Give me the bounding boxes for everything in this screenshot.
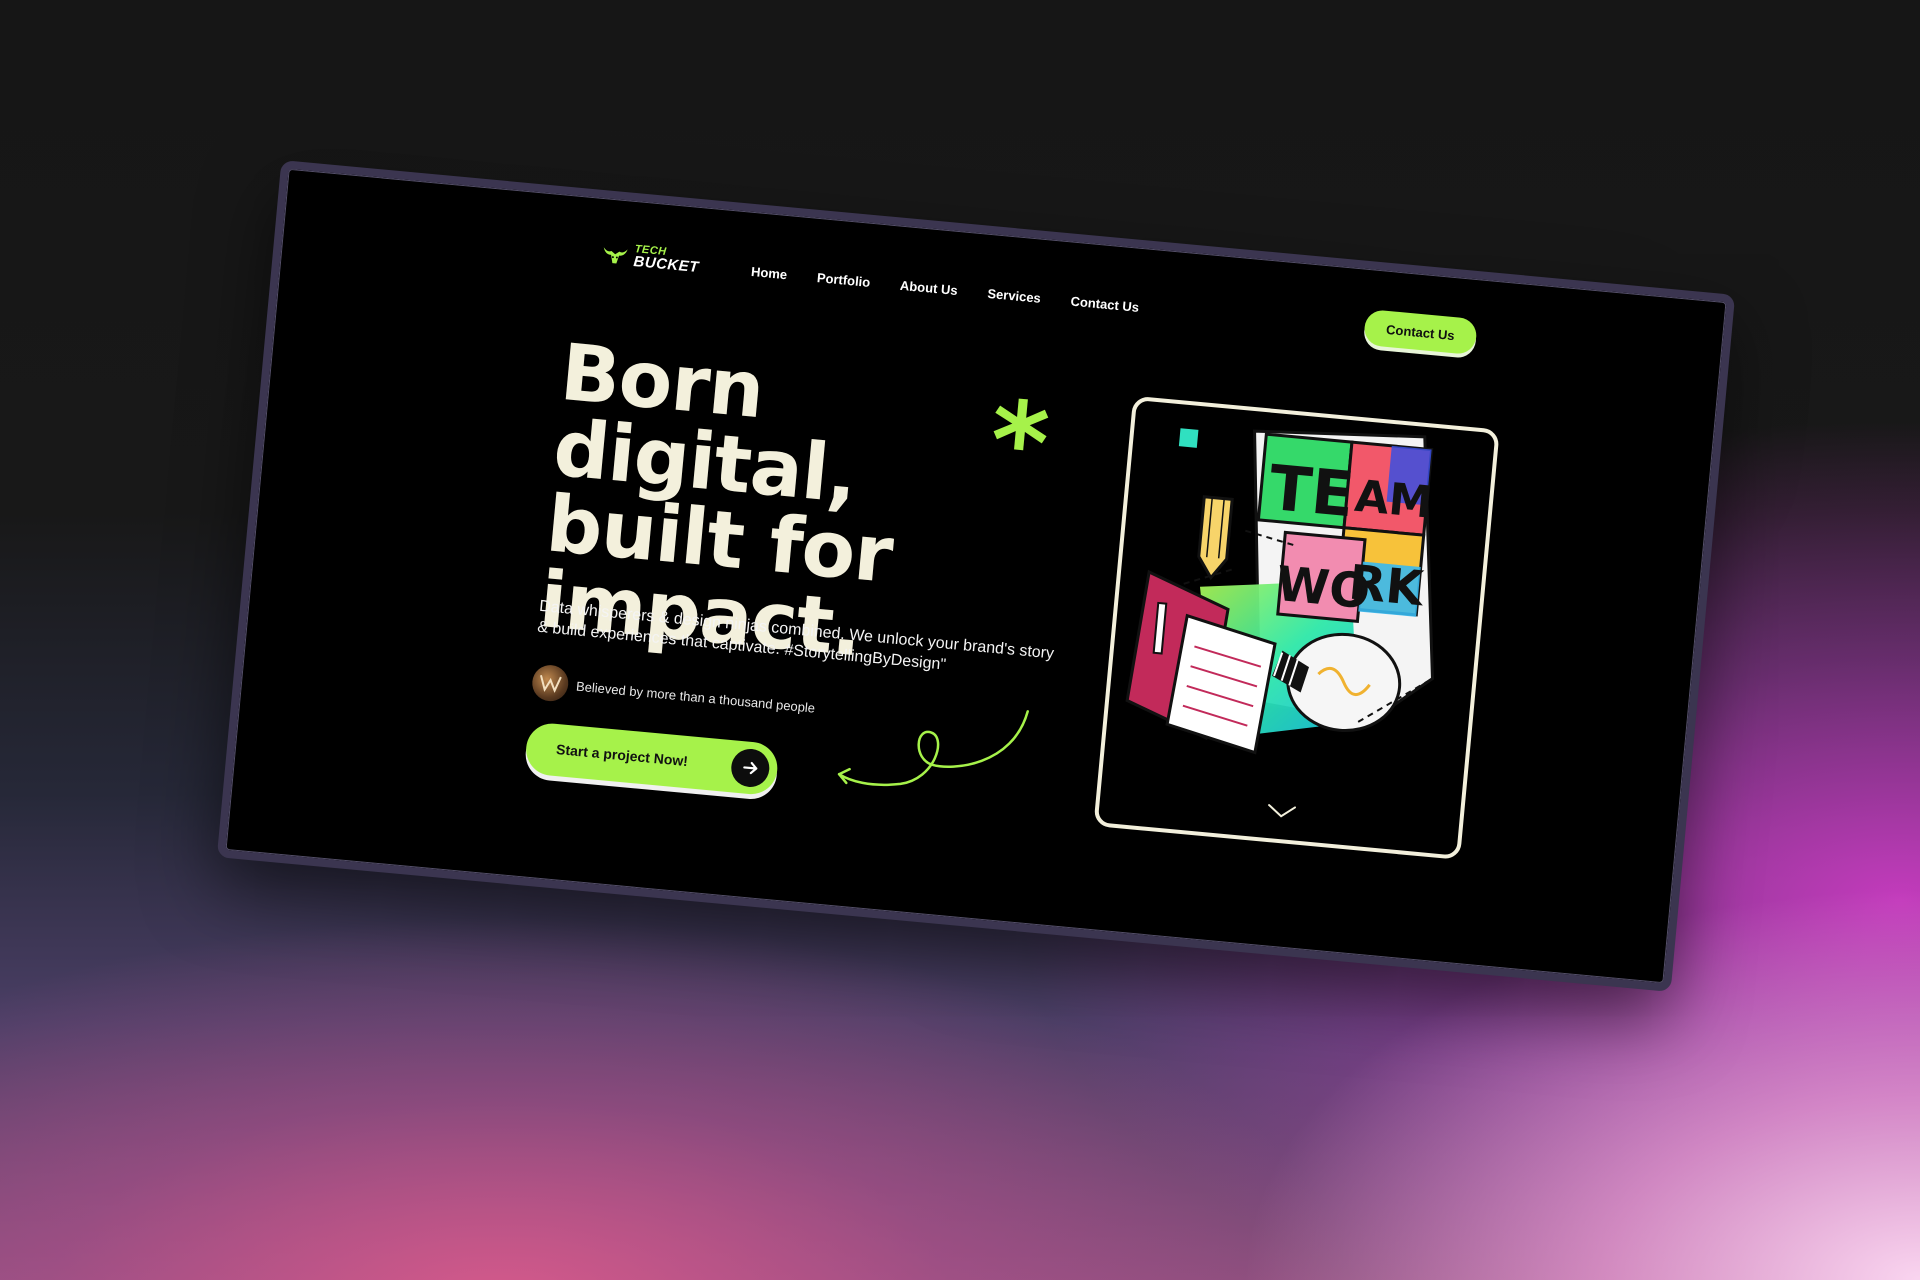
monitor-frame: TECH BUCKET Home Portfolio About Us Serv… [216, 160, 1736, 992]
nav-about-us[interactable]: About Us [899, 278, 958, 298]
nav-services[interactable]: Services [987, 286, 1042, 306]
website-screen: TECH BUCKET Home Portfolio About Us Serv… [216, 160, 1736, 992]
start-project-button[interactable]: Start a project Now! [523, 721, 780, 797]
nav-home[interactable]: Home [750, 264, 787, 282]
word-te: TE [1266, 451, 1357, 532]
pencil-icon [1197, 495, 1234, 581]
logo-text: TECH BUCKET [633, 243, 700, 276]
teamwork-artwork: TE AM WO RK [1125, 428, 1435, 755]
bull-logo-icon [603, 246, 628, 264]
chevron-down-icon[interactable] [1265, 802, 1298, 821]
curly-arrow-icon [837, 710, 1029, 787]
main-nav: Home Portfolio About Us Services Contact… [750, 264, 1139, 315]
logo[interactable]: TECH BUCKET [601, 242, 700, 276]
square-shape [1178, 428, 1199, 448]
asterisk-icon: * [984, 376, 1054, 509]
arrow-right-icon [729, 747, 771, 789]
social-proof: Believed by more than a thousand people [530, 663, 817, 726]
word-am: AM [1353, 471, 1435, 529]
avatar [530, 663, 570, 703]
nav-contact-us[interactable]: Contact Us [1070, 294, 1140, 315]
social-proof-text: Believed by more than a thousand people [575, 678, 816, 716]
contact-us-button[interactable]: Contact Us [1363, 308, 1478, 356]
teamwork-illustration: TE AM WO RK [1093, 395, 1500, 860]
word-rk: RK [1346, 555, 1427, 618]
start-project-label: Start a project Now! [555, 740, 689, 770]
nav-portfolio[interactable]: Portfolio [816, 270, 871, 290]
w-monogram-icon [540, 674, 562, 694]
